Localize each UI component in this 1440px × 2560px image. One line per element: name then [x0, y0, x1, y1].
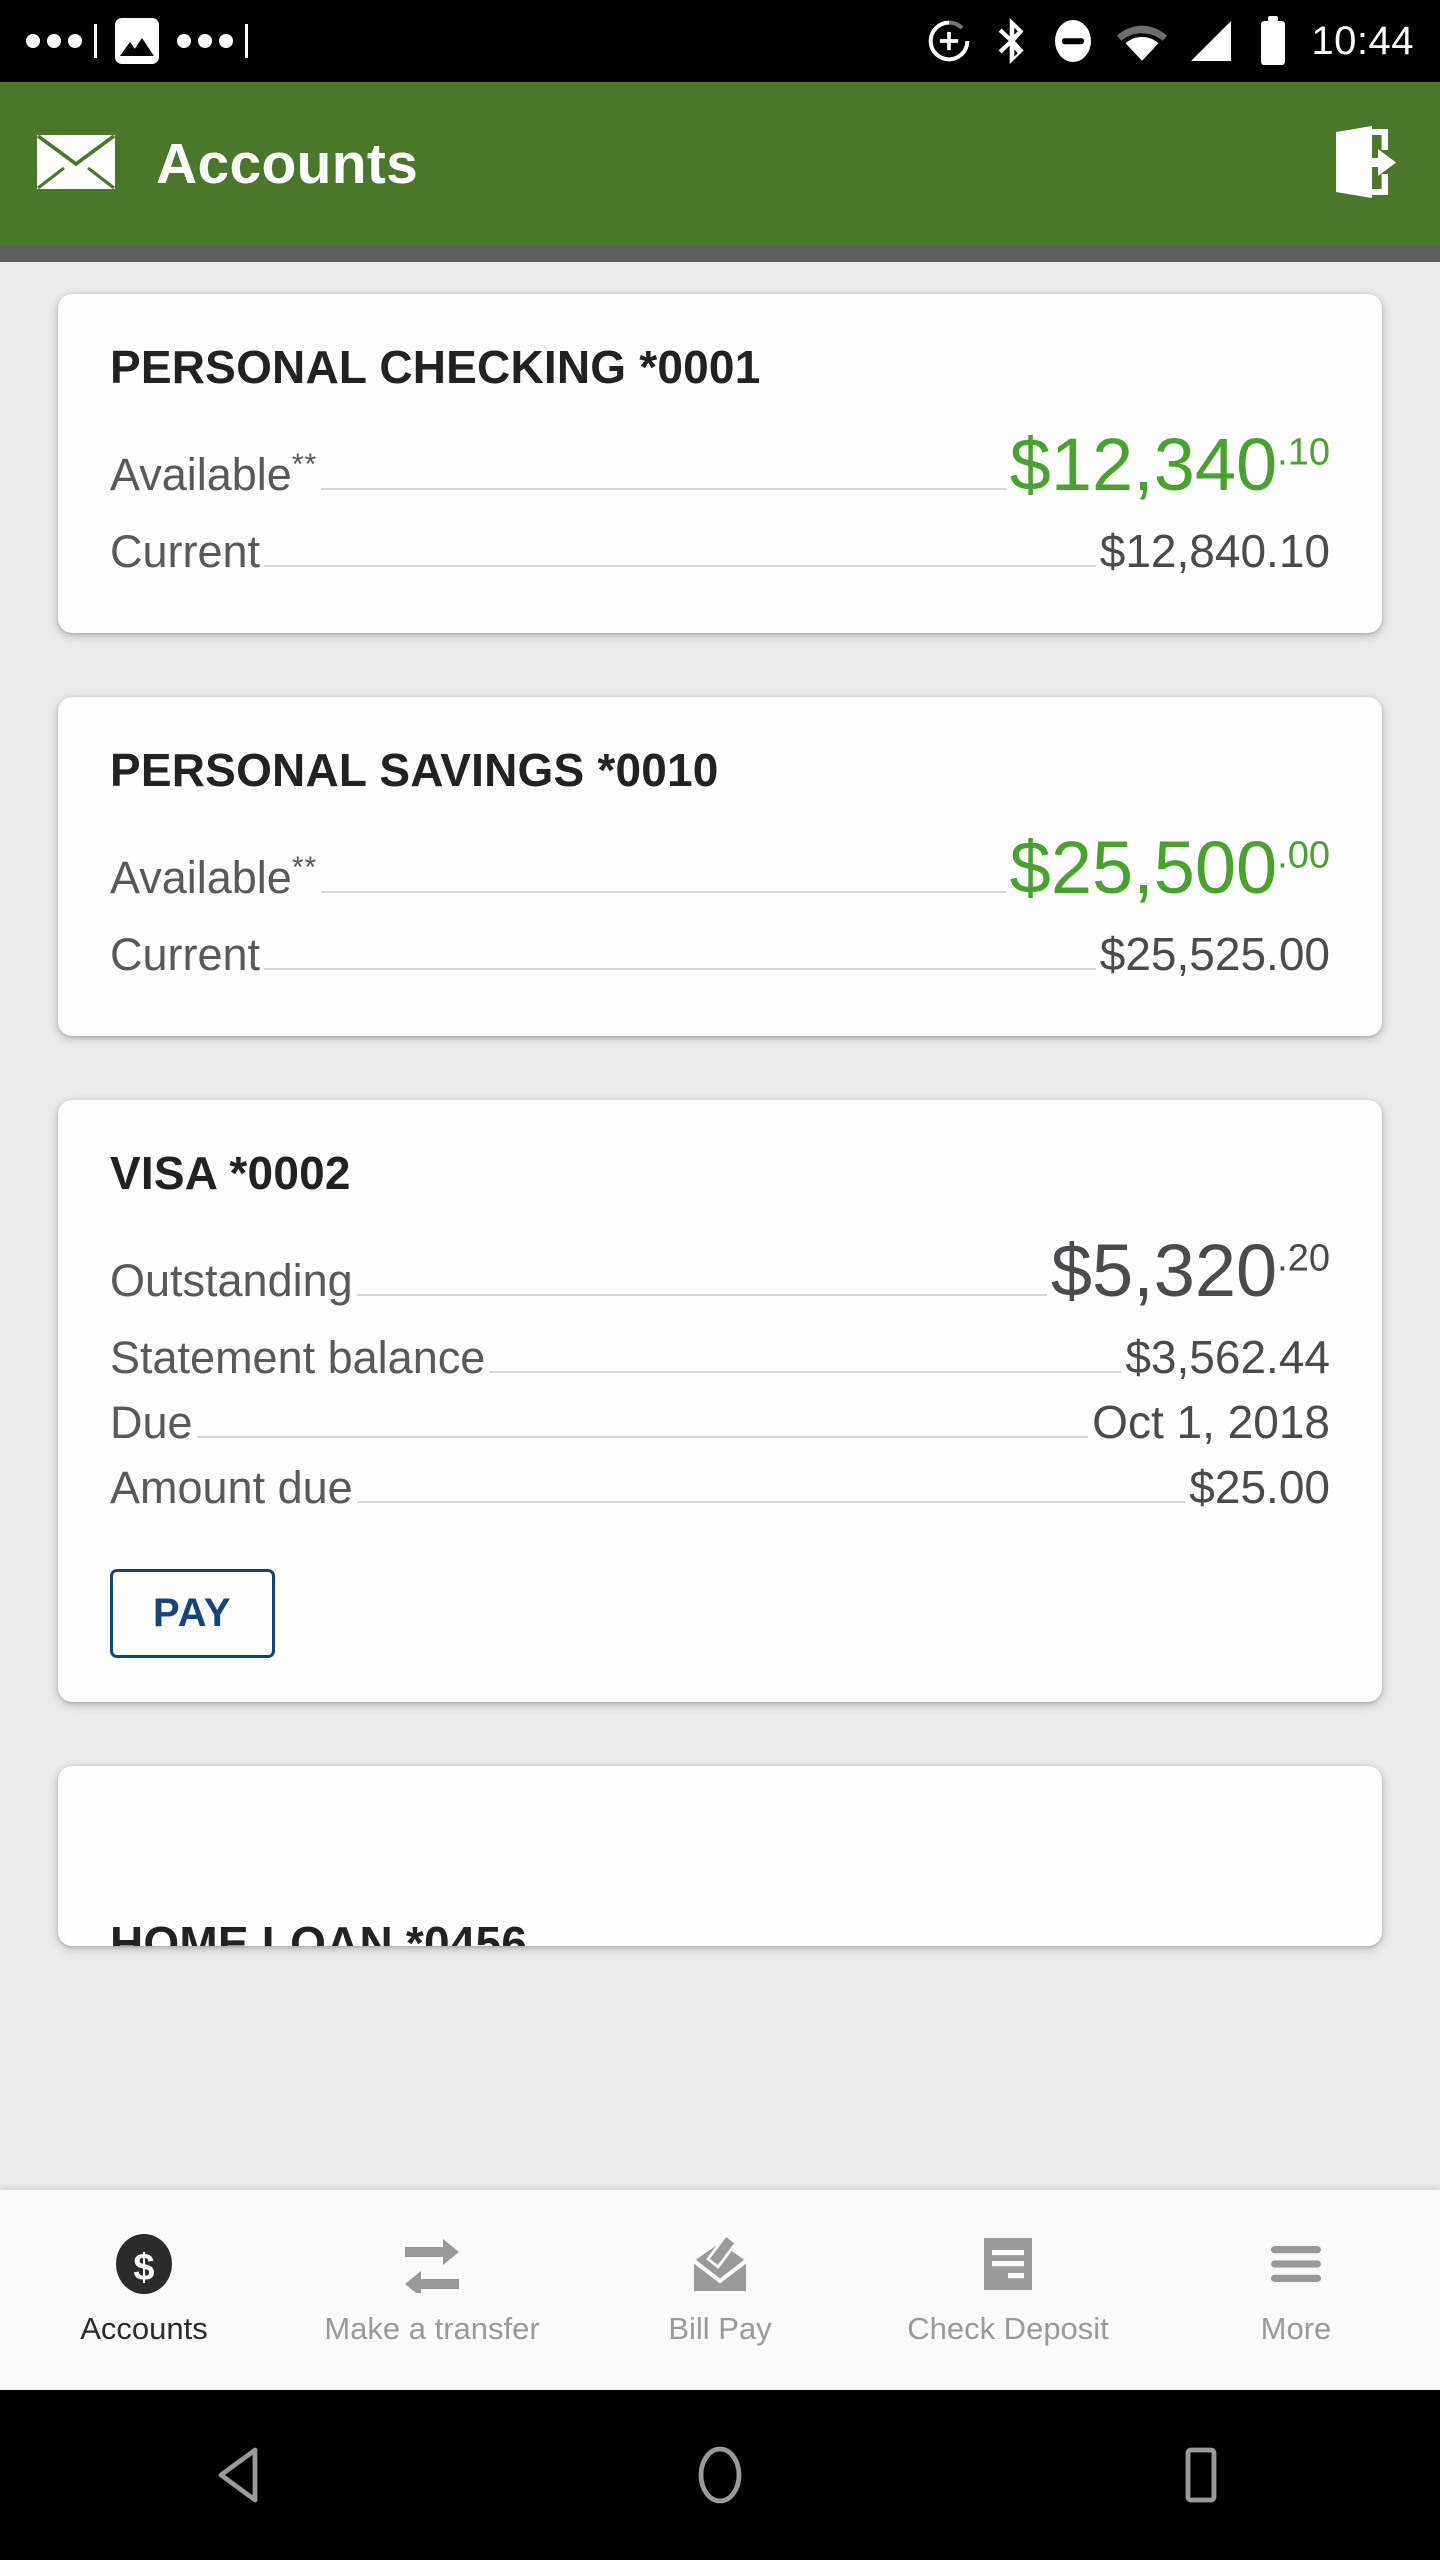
tab-label: More: [1260, 2311, 1332, 2346]
dollar-circle-icon: $: [115, 2233, 173, 2295]
hamburger-menu-icon: [1267, 2233, 1325, 2295]
tab-check-deposit[interactable]: Check Deposit: [864, 2190, 1152, 2390]
transfer-arrows-icon: [401, 2233, 463, 2295]
row-label: Amount due: [110, 1462, 353, 1513]
notification-dots-icon: [26, 24, 97, 58]
phone-screen: 10:44 Accounts PERSONAL CHECKING *0001 A…: [0, 0, 1440, 2560]
row-value: $25,525.00: [1099, 928, 1330, 980]
account-row-current: Current $25,525.00: [110, 927, 1330, 984]
tab-label: Check Deposit: [907, 2311, 1109, 2346]
row-label: Due: [110, 1397, 193, 1448]
leader-line: [264, 565, 1096, 567]
tab-bill-pay[interactable]: Bill Pay: [576, 2190, 864, 2390]
account-card[interactable]: PERSONAL SAVINGS *0010 Available** $25,5…: [58, 697, 1382, 1036]
account-row-current: Current $12,840.10: [110, 524, 1330, 581]
bill-envelope-icon: [690, 2233, 750, 2295]
account-row-amount-due: Amount due $25.00: [110, 1460, 1330, 1517]
bluetooth-icon: [995, 18, 1029, 64]
account-title: PERSONAL CHECKING *0001: [110, 341, 761, 393]
account-title: PERSONAL SAVINGS *0010: [110, 744, 719, 796]
tab-label: Bill Pay: [668, 2311, 772, 2346]
status-bar-left: [26, 18, 248, 64]
row-value: $12,840.10: [1099, 525, 1330, 577]
account-card[interactable]: PERSONAL CHECKING *0001 Available** $12,…: [58, 294, 1382, 633]
app-bar-divider: [0, 246, 1440, 262]
check-document-icon: [980, 2233, 1036, 2295]
accounts-scroll-area[interactable]: PERSONAL CHECKING *0001 Available** $12,…: [0, 262, 1440, 2186]
account-card[interactable]: HOME LOAN *0456: [58, 1766, 1382, 1946]
row-value: $25.00: [1189, 1461, 1330, 1513]
leader-line: [489, 1371, 1122, 1373]
leader-line: [264, 968, 1096, 970]
account-row-due: Due Oct 1, 2018: [110, 1395, 1330, 1452]
tab-make-a-transfer[interactable]: Make a transfer: [288, 2190, 576, 2390]
row-value: $5,320.20: [1050, 1229, 1330, 1312]
status-bar-clock: 10:44: [1311, 18, 1414, 63]
row-value: Oct 1, 2018: [1092, 1396, 1330, 1448]
cellular-signal-icon: [1191, 19, 1235, 63]
app-bar: Accounts: [0, 82, 1440, 246]
data-saver-icon: [927, 19, 971, 63]
leader-line: [356, 1294, 1047, 1296]
row-value: $3,562.44: [1125, 1331, 1330, 1383]
leader-line: [321, 488, 1006, 490]
leader-line: [321, 891, 1006, 893]
android-status-bar: 10:44: [0, 0, 1440, 82]
do-not-disturb-icon: [1053, 17, 1093, 65]
status-bar-right: 10:44: [927, 16, 1414, 66]
account-row-available: Available** $25,500.00: [110, 826, 1330, 909]
page-title: Accounts: [156, 132, 419, 196]
battery-icon: [1259, 16, 1287, 66]
recents-square-icon[interactable]: [1115, 2446, 1285, 2504]
notification-dots-icon: [177, 24, 248, 58]
svg-text:$: $: [133, 2247, 154, 2289]
pay-button[interactable]: PAY: [110, 1569, 275, 1658]
leader-line: [356, 1501, 1186, 1503]
tab-more[interactable]: More: [1152, 2190, 1440, 2390]
android-navigation-bar: [0, 2390, 1440, 2560]
wifi-icon: [1117, 21, 1168, 61]
mail-icon[interactable]: [36, 134, 116, 195]
leader-line: [196, 1436, 1089, 1438]
account-row-available: Available** $12,340.10: [110, 423, 1330, 506]
row-label: Available**: [110, 851, 318, 903]
row-label: Current: [110, 526, 261, 577]
row-value: $25,500.00: [1009, 826, 1330, 909]
tab-label: Accounts: [80, 2311, 208, 2346]
account-row-statement-balance: Statement balance $3,562.44: [110, 1330, 1330, 1387]
account-card[interactable]: VISA *0002 Outstanding $5,320.20 Stateme…: [58, 1100, 1382, 1702]
back-triangle-icon[interactable]: [155, 2446, 325, 2504]
account-row-outstanding: Outstanding $5,320.20: [110, 1229, 1330, 1312]
row-label: Statement balance: [110, 1332, 486, 1383]
account-title: HOME LOAN *0456: [110, 1917, 528, 1946]
row-value: $12,340.10: [1009, 423, 1330, 506]
logout-icon[interactable]: [1332, 123, 1404, 206]
tab-accounts[interactable]: $ Accounts: [0, 2190, 288, 2390]
row-label: Outstanding: [110, 1255, 353, 1306]
tab-label: Make a transfer: [324, 2311, 540, 2346]
home-circle-icon[interactable]: [635, 2445, 805, 2505]
bottom-tab-bar: $ Accounts Make a transfer Bill Pay Chec…: [0, 2190, 1440, 2390]
row-label: Current: [110, 929, 261, 980]
row-label: Available**: [110, 448, 318, 500]
image-icon: [115, 18, 159, 64]
account-title: VISA *0002: [110, 1147, 351, 1199]
